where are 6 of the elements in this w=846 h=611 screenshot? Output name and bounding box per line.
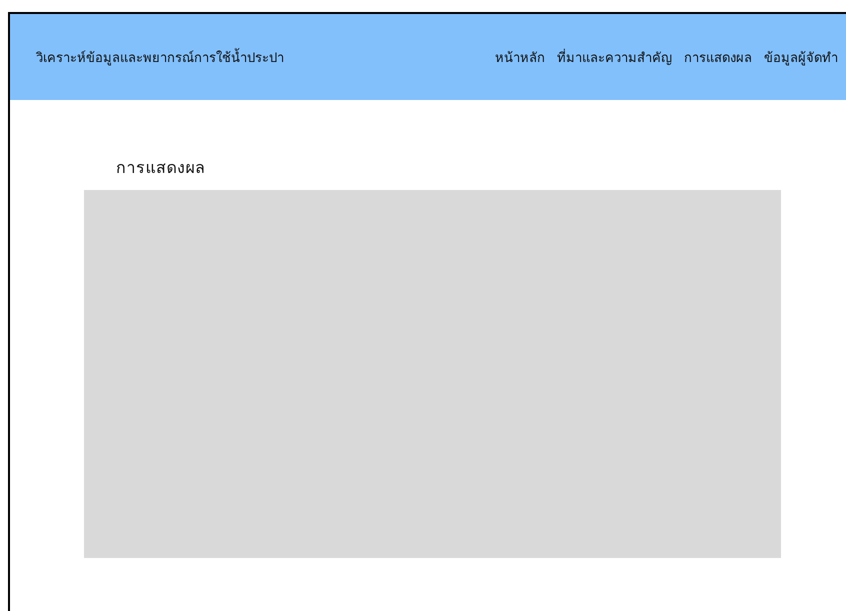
nav-link[interactable]: ที่มาและความสำคัญ <box>557 46 672 68</box>
nav-link[interactable]: ข้อมูลผู้จัดทำ <box>764 46 838 68</box>
nav-link[interactable]: หน้าหลัก <box>495 46 545 68</box>
section-title: การแสดงผล <box>116 157 206 179</box>
nav-link[interactable]: การแสดงผล <box>684 46 752 68</box>
site-title: วิเคราะห์ข้อมูลและพยากรณ์การใช้น้ำประปา <box>36 46 284 68</box>
